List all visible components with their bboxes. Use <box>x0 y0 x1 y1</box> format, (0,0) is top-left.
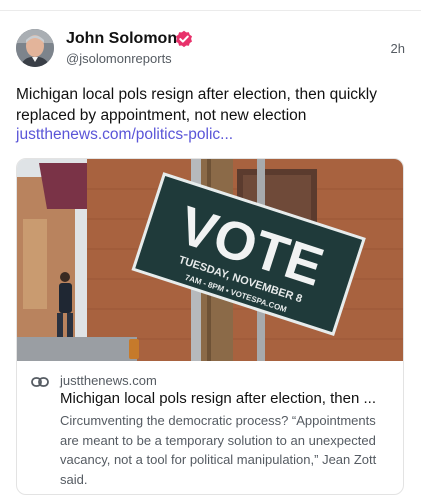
link-preview-image[interactable]: VOTE TUESDAY, NOVEMBER 8 7AM - 8PM • VOT… <box>17 159 403 361</box>
timestamp[interactable]: 2h <box>391 41 405 56</box>
link-title[interactable]: Michigan local pols resign after electio… <box>60 390 394 407</box>
avatar[interactable] <box>16 29 54 67</box>
verified-badge-icon <box>176 30 192 48</box>
post-text: Michigan local pols resign after electio… <box>16 86 377 124</box>
link-domain: justthenews.com <box>60 373 157 388</box>
link-icon <box>31 377 49 387</box>
post-card: John Solomon @jsolomonreports 2h Michiga… <box>0 0 421 500</box>
link-preview-card[interactable]: VOTE TUESDAY, NOVEMBER 8 7AM - 8PM • VOT… <box>16 158 404 495</box>
link-description: Circumventing the democratic process? “A… <box>60 413 377 487</box>
post-link[interactable]: justthenews.com/politics-polic... <box>16 124 233 145</box>
author-handle[interactable]: @jsolomonreports <box>66 51 172 66</box>
author-name[interactable]: John Solomon <box>66 30 177 48</box>
